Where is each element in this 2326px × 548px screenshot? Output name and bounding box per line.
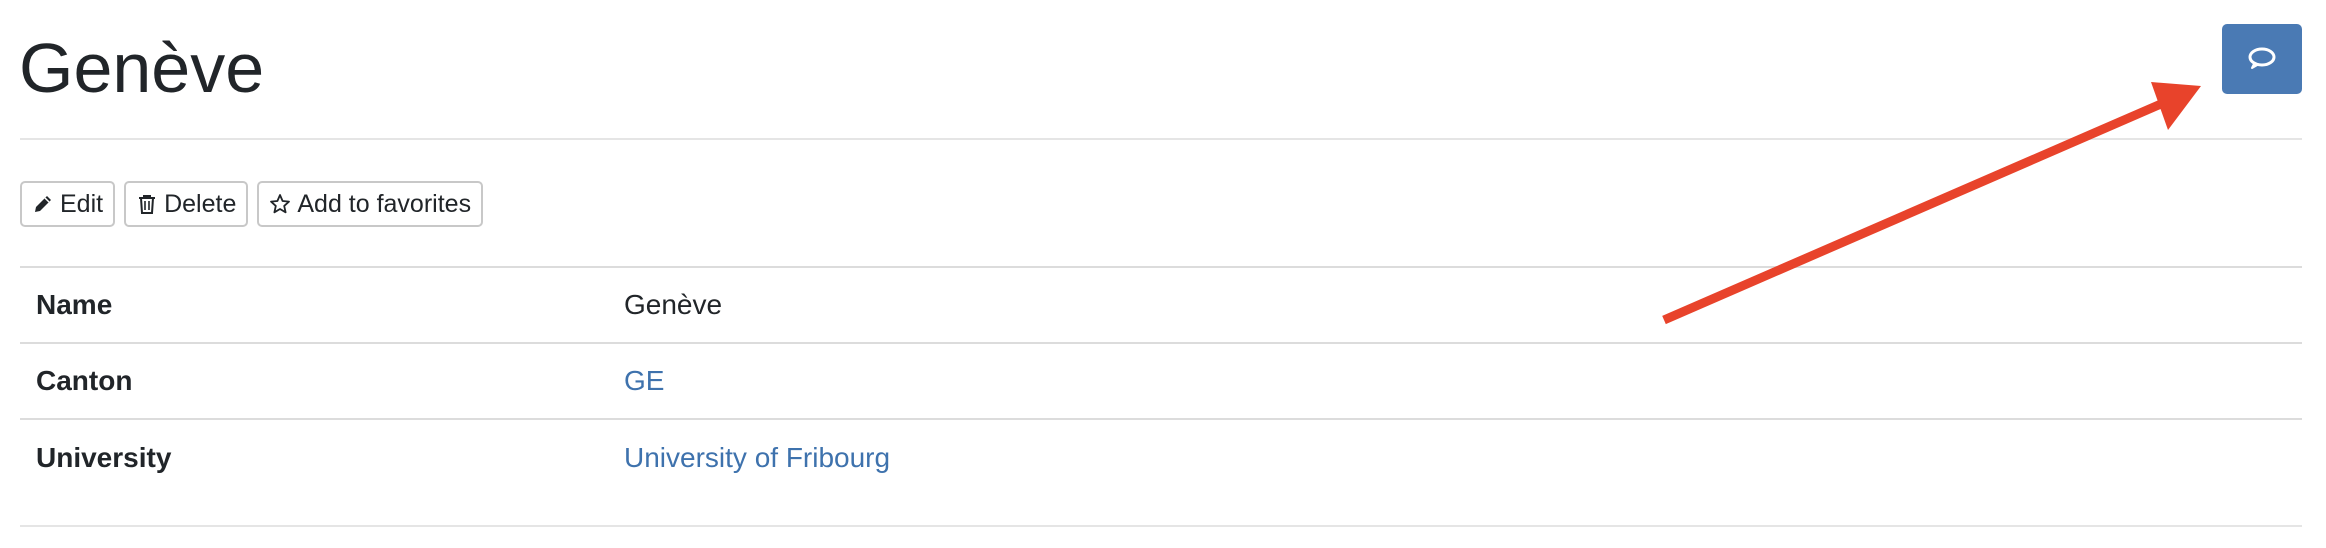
- table-row-name: Name Genève: [20, 267, 2302, 343]
- details-table: Name Genève Canton GE University Univers…: [20, 266, 2302, 495]
- page-title: Genève: [19, 29, 265, 107]
- edit-button[interactable]: Edit: [20, 181, 116, 227]
- row-label-name: Name: [36, 289, 113, 320]
- add-to-favorites-button[interactable]: Add to favorites: [257, 181, 484, 227]
- footer-divider: [20, 525, 2302, 527]
- header-divider: [20, 138, 2302, 140]
- row-label-university: University: [36, 441, 172, 473]
- star-icon: [269, 193, 291, 215]
- add-to-favorites-label: Add to favorites: [297, 189, 472, 218]
- trash-icon: [136, 193, 158, 215]
- table-row-canton: Canton GE: [20, 343, 2302, 419]
- row-value-name: Genève: [624, 289, 723, 320]
- pencil-icon: [32, 193, 54, 215]
- edit-label: Edit: [60, 189, 104, 218]
- action-toolbar: Edit Delete Add to favorites: [20, 181, 484, 227]
- table-row-university: University University of Fribourg: [20, 419, 2302, 495]
- comment-icon: [2247, 47, 2277, 71]
- delete-label: Delete: [164, 189, 237, 218]
- canton-link[interactable]: GE: [624, 365, 664, 396]
- row-label-canton: Canton: [36, 365, 133, 396]
- delete-button[interactable]: Delete: [124, 181, 249, 227]
- comment-button[interactable]: [2222, 24, 2302, 94]
- university-link[interactable]: University of Fribourg: [624, 442, 890, 473]
